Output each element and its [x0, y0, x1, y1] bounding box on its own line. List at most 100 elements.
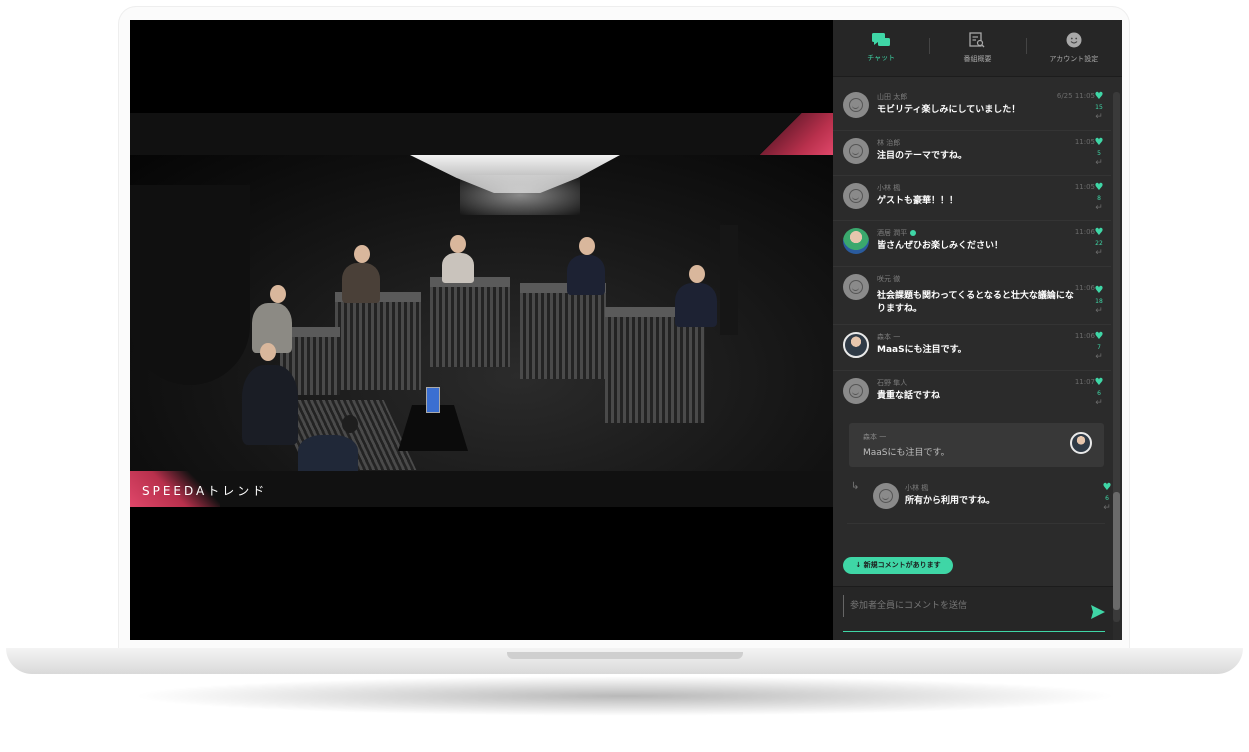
comment-time: 11:06 [1074, 228, 1095, 236]
studio-cylinder [130, 185, 250, 385]
like-count: 8 [1097, 195, 1101, 202]
comment-author: 林 治郎 [877, 139, 901, 147]
comment-item: 酒居 潤平 11:06 皆さんぜひお楽しみください！ ♥ 22 ↵ [833, 220, 1111, 267]
comment-text: 皆さんぜひお楽しみください！ [877, 241, 1004, 251]
desk-booth [520, 291, 606, 379]
comment-author: 小林 楓 [877, 184, 901, 192]
comment-author: 石野 隼人 [877, 379, 908, 387]
app-screen: SPEEDAトレンド チャット 番組概要 アカウント設定 山田 太郎 6/25 … [130, 20, 1122, 640]
panelist-head [270, 285, 286, 303]
desk-booth [430, 285, 510, 367]
comment-author: 森本 一 [877, 333, 901, 341]
like-heart-icon[interactable]: ♥ [1093, 138, 1105, 148]
user-avatar [843, 378, 869, 404]
tab-chat[interactable]: チャット [833, 20, 929, 76]
comment-author: 咲元 徹 [877, 275, 901, 283]
laptop-notch [507, 652, 743, 659]
studio-image [130, 155, 833, 471]
like-heart-icon[interactable]: ♥ [1093, 228, 1105, 238]
panelist-head [450, 235, 466, 253]
reply-arrow-icon: ↳ [851, 481, 860, 492]
video-player[interactable]: SPEEDAトレンド [130, 20, 833, 640]
panelist-head [260, 343, 276, 361]
comment-text: 注目のテーマですね。 [877, 151, 968, 161]
desk-booth [605, 315, 705, 423]
user-avatar [843, 228, 869, 254]
reply-icon[interactable]: ↵ [1093, 398, 1105, 408]
stage-tablet [426, 387, 440, 413]
smile-icon [849, 189, 863, 203]
like-count: 22 [1095, 240, 1103, 247]
comment-item: 石野 隼人 11:07 貴重な話ですね ♥ 6 ↵ [833, 370, 1111, 416]
comment-author: 酒居 潤平 [877, 228, 917, 238]
like-heart-icon[interactable]: ♥ [1093, 332, 1105, 342]
smile-icon [849, 384, 863, 398]
reply-icon[interactable]: ↵ [1093, 203, 1105, 213]
lamp-glow [460, 175, 580, 215]
desk-booth [335, 300, 421, 390]
reply-icon[interactable]: ↵ [1093, 112, 1105, 122]
comment-author-name: 酒居 潤平 [877, 229, 908, 237]
tab-account-settings[interactable]: アカウント設定 [1025, 20, 1122, 76]
like-heart-icon[interactable]: ♥ [1093, 378, 1105, 388]
smile-icon [849, 280, 863, 294]
comment-time: 11:05 [1074, 183, 1095, 191]
laptop-shadow [130, 676, 1120, 716]
tab-program-info[interactable]: 番組概要 [929, 20, 1025, 76]
reply-icon[interactable]: ↵ [1093, 306, 1105, 316]
reply-icon[interactable]: ↵ [1093, 248, 1105, 258]
panelist-head [354, 245, 370, 263]
reply-icon[interactable]: ↵ [1101, 503, 1113, 513]
panelist [242, 365, 298, 445]
comment-time: 11:07 [1074, 378, 1095, 386]
comment-author: 小林 楓 [905, 484, 929, 492]
panel-tabs: チャット 番組概要 アカウント設定 [833, 20, 1122, 77]
comment-composer [833, 586, 1113, 640]
quoted-comment: 森本 一 MaaSにも注目です。 [849, 423, 1104, 467]
verified-badge-icon [910, 230, 917, 236]
like-heart-icon[interactable]: ♥ [1093, 92, 1105, 102]
input-underline [843, 631, 1105, 632]
comment-time: 11:06 [1074, 332, 1095, 340]
comment-time: 11:05 [1074, 138, 1095, 146]
reply-comment: ↳ 小林 楓 所有から利用ですね。 ♥ 6 ↵ [847, 475, 1111, 524]
comment-time: 6/25 11:05 [1056, 92, 1095, 100]
user-avatar [873, 483, 899, 509]
user-avatar [843, 183, 869, 209]
user-avatar [843, 138, 869, 164]
chat-scrollbar-thumb[interactable] [1113, 492, 1120, 610]
panelist-head [579, 237, 595, 255]
like-heart-icon[interactable]: ♥ [1093, 286, 1105, 296]
video-top-band [130, 113, 833, 155]
comment-item: 山田 太郎 6/25 11:05 モビリティ楽しみにしていました！ ♥ 15 ↵ [833, 84, 1111, 131]
brand-stripe-top [753, 113, 833, 155]
smile-icon [879, 489, 893, 503]
side-panel: チャット 番組概要 アカウント設定 山田 太郎 6/25 11:05 モビリティ… [833, 20, 1122, 640]
comment-text: ゲストも豪華！！！ [877, 196, 959, 206]
panelist [442, 253, 474, 283]
brand-logo: SPEEDAトレンド [142, 484, 268, 498]
smile-icon [849, 144, 863, 158]
comment-item: 森本 一 11:06 MaaSにも注目です。 ♥ 7 ↵ [833, 324, 1111, 371]
reply-icon[interactable]: ↵ [1093, 158, 1105, 168]
crew-head [342, 415, 358, 433]
like-count: 15 [1095, 104, 1103, 111]
like-heart-icon[interactable]: ♥ [1101, 483, 1113, 493]
like-count: 7 [1097, 344, 1101, 351]
like-heart-icon[interactable]: ♥ [1093, 183, 1105, 193]
panelist [342, 263, 380, 303]
smile-icon [849, 98, 863, 112]
comment-author: 山田 太郎 [877, 93, 908, 101]
send-icon[interactable] [1091, 605, 1105, 619]
panelist [675, 283, 717, 327]
like-count: 6 [1105, 495, 1109, 502]
quoted-comment-text: MaaSにも注目です。 [863, 448, 950, 458]
comment-item: 小林 楓 11:05 ゲストも豪華！！！ ♥ 8 ↵ [833, 175, 1111, 221]
new-comments-button[interactable]: ↓ 新規コメントがあります [843, 557, 953, 574]
studio-camera [720, 225, 738, 335]
comment-input[interactable] [843, 595, 1092, 617]
quoted-user-avatar [1070, 432, 1092, 454]
user-avatar [843, 332, 869, 358]
user-avatar [843, 92, 869, 118]
reply-icon[interactable]: ↵ [1093, 352, 1105, 362]
